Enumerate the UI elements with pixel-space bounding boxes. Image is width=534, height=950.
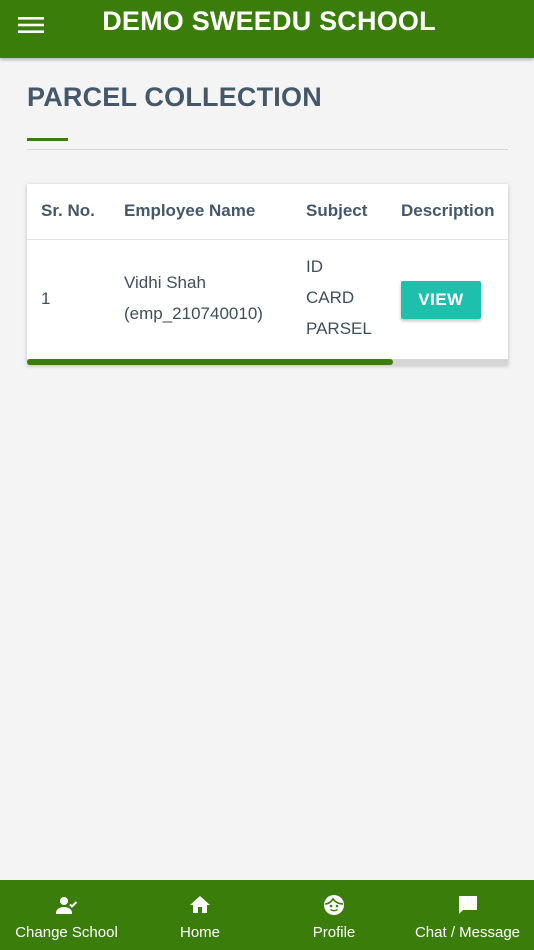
subject-line: PARSEL bbox=[306, 319, 372, 338]
bottom-navigation: Change School Home Profile Chat / Messag… bbox=[0, 880, 534, 950]
chat-icon bbox=[455, 892, 481, 918]
column-header-description: Description bbox=[401, 201, 495, 220]
employee-name: Vidhi Shah bbox=[124, 273, 206, 292]
employee-code: (emp_210740010) bbox=[124, 304, 263, 323]
parcel-table-card: Sr. No. Employee Name Subject Descriptio… bbox=[27, 184, 508, 365]
nav-change-school[interactable]: Change School bbox=[0, 880, 133, 950]
nav-label: Chat / Message bbox=[414, 924, 521, 941]
nav-chat-message[interactable]: Chat / Message bbox=[401, 880, 534, 950]
subject-line: ID bbox=[306, 257, 323, 276]
app-screen: DEMO SWEEDU SCHOOL PARCEL COLLECTION Sr.… bbox=[0, 0, 534, 950]
nav-label: Profile bbox=[312, 924, 356, 941]
cell-subject: ID CARD PARSEL bbox=[306, 251, 372, 344]
nav-label: Home bbox=[179, 924, 220, 941]
cell-sr-no: 1 bbox=[41, 289, 51, 308]
column-header-sr-no: Sr. No. bbox=[41, 201, 95, 220]
nav-label: Change School bbox=[15, 924, 118, 941]
nav-profile[interactable]: Profile bbox=[267, 880, 401, 950]
school-title: DEMO SWEEDU SCHOOL bbox=[102, 6, 436, 36]
page-title: PARCEL COLLECTION bbox=[27, 82, 322, 112]
view-description-button[interactable]: VIEW bbox=[401, 281, 481, 319]
cell-employee-name: Vidhi Shah (emp_210740010) bbox=[124, 267, 263, 329]
subject-line: CARD bbox=[306, 288, 355, 307]
title-accent-bar bbox=[27, 138, 68, 141]
table-row: 1 Vidhi Shah (emp_210740010) ID CARD PAR… bbox=[27, 241, 508, 358]
column-header-employee-name: Employee Name bbox=[124, 201, 256, 220]
top-app-bar: DEMO SWEEDU SCHOOL bbox=[0, 0, 534, 58]
column-header-subject: Subject bbox=[306, 201, 368, 220]
home-icon bbox=[187, 892, 213, 918]
horizontal-scrollbar[interactable] bbox=[27, 359, 508, 365]
nav-home[interactable]: Home bbox=[133, 880, 267, 950]
table-header: Sr. No. Employee Name Subject Descriptio… bbox=[27, 184, 508, 240]
scrollbar-thumb[interactable] bbox=[27, 359, 393, 365]
face-icon bbox=[321, 892, 347, 918]
title-divider bbox=[27, 149, 508, 150]
person-check-icon bbox=[54, 892, 80, 918]
